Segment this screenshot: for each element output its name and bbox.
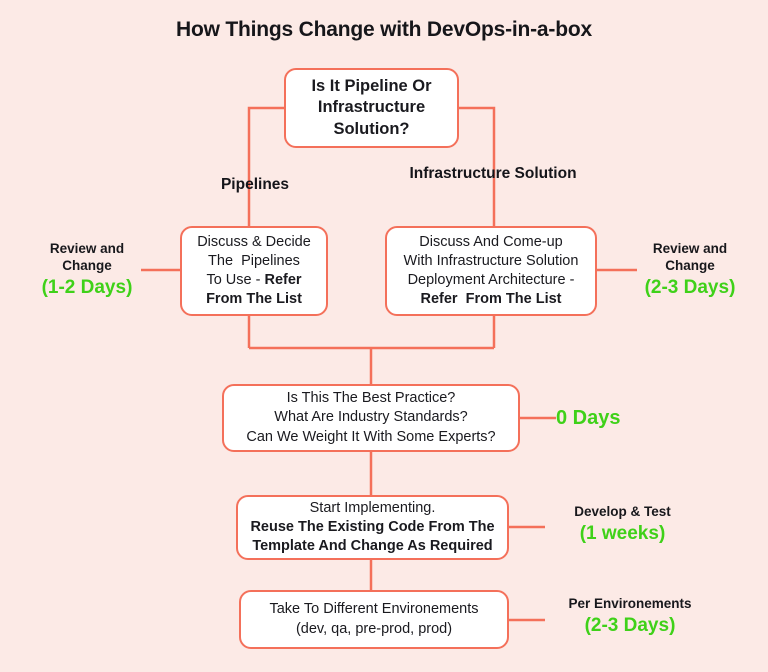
annotation-pipelines-review-duration: (1-2 Days) — [41, 276, 133, 298]
annotation-per-environments: Per Environements (2-3 Days) — [540, 596, 720, 639]
node-pipelines-line3-emphasis: Refer — [264, 272, 302, 288]
annotation-pipelines-review-line2: Change — [62, 257, 112, 273]
node-infrastructure-line2: With Infrastructure Solution — [403, 252, 579, 269]
node-best-practice-line3: Can We Weight It With Some Experts? — [246, 428, 496, 445]
node-infrastructure-line1: Discuss And Come-up — [419, 233, 563, 250]
node-pipelines-line1: Discuss & Decide — [197, 233, 311, 250]
node-pipelines-line2: The Pipelines — [208, 252, 300, 269]
node-infrastructure-line3: Deployment Architecture - — [407, 272, 575, 288]
node-start-implementing-line2: Reuse The Existing Code From The — [250, 518, 495, 535]
annotation-infrastructure-review-line2: Change — [665, 257, 715, 273]
annotation-develop-test: Develop & Test (1 weeks) — [540, 504, 705, 547]
node-decision: Is It Pipeline Or Infrastructure Solutio… — [284, 68, 459, 148]
node-infrastructure-line4: Refer From The List — [420, 291, 562, 308]
node-decision-line1: Is It Pipeline Or — [311, 76, 432, 95]
annotation-pipelines-review-line1: Review and — [49, 241, 125, 256]
node-start-implementing-line1: Start Implementing. — [309, 499, 436, 516]
node-pipelines-line3-text: To Use - — [206, 272, 265, 288]
node-decision-line2: Infrastructure — [317, 98, 426, 117]
branch-label-infrastructure: Infrastructure Solution — [408, 165, 578, 184]
annotation-per-environments-duration: (2-3 Days) — [584, 614, 676, 636]
node-best-practice-line2: What Are Industry Standards? — [274, 409, 468, 426]
annotation-best-practice: 0 Days — [556, 404, 686, 431]
branch-label-infrastructure-line1: Infrastructure — [409, 165, 511, 182]
branch-label-pipelines-text: Pipelines — [220, 176, 290, 193]
node-pipelines: Discuss & Decide The Pipelines To Use - … — [180, 226, 328, 316]
node-environments: Take To Different Environements (dev, qa… — [239, 590, 509, 649]
node-best-practice-line1: Is This The Best Practice? — [286, 390, 456, 407]
node-infrastructure: Discuss And Come-up With Infrastructure … — [385, 226, 597, 316]
node-pipelines-line3: To Use - Refer — [206, 271, 301, 290]
node-start-implementing-line3: Template And Change As Required — [252, 538, 493, 555]
branch-label-pipelines: Pipelines — [175, 176, 335, 195]
node-best-practice: Is This The Best Practice? What Are Indu… — [222, 384, 520, 452]
node-pipelines-line4: From The List — [206, 291, 302, 308]
annotation-best-practice-duration: 0 Days — [556, 407, 621, 429]
node-environments-line2: (dev, qa, pre-prod, prod) — [295, 620, 453, 637]
branch-label-infrastructure-line2: Solution — [514, 165, 577, 182]
annotation-infrastructure-review-line1: Review and — [652, 241, 728, 256]
annotation-infrastructure-review: Review and Change (2-3 Days) — [614, 241, 766, 300]
node-start-implementing: Start Implementing. Reuse The Existing C… — [236, 495, 509, 560]
annotation-per-environments-line1: Per Environements — [568, 596, 692, 611]
node-environments-line1: Take To Different Environements — [269, 601, 479, 618]
annotation-develop-test-line1: Develop & Test — [574, 504, 671, 519]
annotation-develop-test-duration: (1 weeks) — [579, 522, 666, 544]
annotation-pipelines-review: Review and Change (1-2 Days) — [8, 241, 166, 300]
node-decision-line3: Solution? — [333, 119, 410, 138]
annotation-infrastructure-review-duration: (2-3 Days) — [644, 276, 736, 298]
flowchart-canvas: How Things Change with DevOps-in-a-box I… — [0, 0, 768, 672]
